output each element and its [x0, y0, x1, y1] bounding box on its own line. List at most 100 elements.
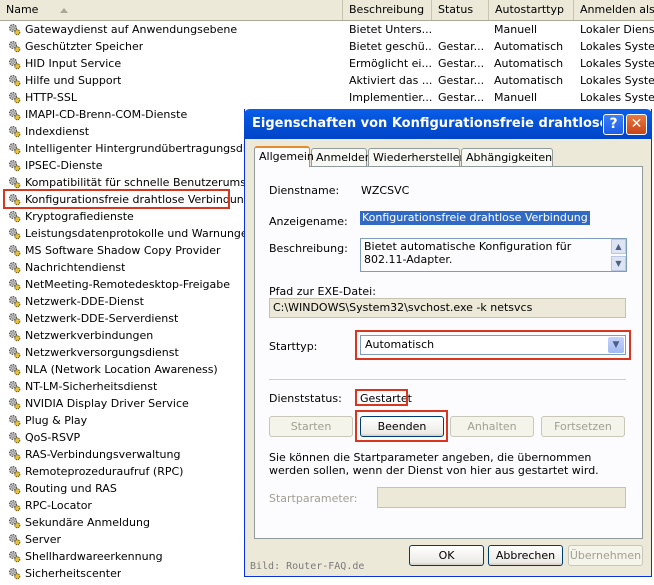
- tab-logon[interactable]: Anmelden: [311, 148, 372, 166]
- service-name: Kryptografiedienste: [25, 210, 134, 223]
- display-name-label: Anzeigename:: [269, 215, 348, 228]
- service-name: Netzwerkverbindungen: [25, 329, 154, 342]
- start-button[interactable]: Starten: [269, 416, 353, 437]
- description-box[interactable]: Bietet automatische Konfiguration für 80…: [360, 238, 627, 272]
- service-name: Netzwerk-DDE-Dienst: [25, 295, 144, 308]
- gear-icon: [8, 142, 21, 155]
- gear-icon: [8, 40, 21, 53]
- service-logon: Lokales System: [580, 57, 654, 70]
- sort-arrow-icon: [60, 7, 69, 13]
- gear-icon: [8, 516, 21, 529]
- gear-icon: [8, 244, 21, 257]
- dialog-title: Eigenschaften von Konfigurationsfreie dr…: [252, 116, 602, 131]
- service-name: RAS-Verbindungsverwaltung: [25, 448, 181, 461]
- gear-icon: [8, 91, 21, 104]
- gear-icon: [8, 125, 21, 138]
- service-row[interactable]: HID Input Service Ermöglicht ei... Gestar.…: [0, 55, 654, 72]
- gear-icon: [8, 295, 21, 308]
- path-label: Pfad zur EXE-Datei:: [269, 285, 376, 298]
- description-label: Beschreibung:: [269, 242, 348, 255]
- scroll-up-icon[interactable]: ▲: [611, 239, 626, 254]
- column-logon[interactable]: Anmelden als: [574, 0, 654, 20]
- gear-icon: [8, 23, 21, 36]
- service-startup: Automatisch: [494, 40, 564, 53]
- service-row[interactable]: HTTP-SSL Implementier... Gestar... Manuell L…: [0, 89, 654, 106]
- tab-general[interactable]: Allgemein: [254, 146, 314, 167]
- service-name: HID Input Service: [25, 57, 122, 70]
- cancel-button[interactable]: Abbrechen: [488, 545, 563, 566]
- column-header: Name Beschreibung Status Autostarttyp An…: [0, 0, 654, 21]
- service-row[interactable]: Gatewaydienst auf Anwendungsebene Bietet …: [0, 21, 654, 38]
- service-name: HTTP-SSL: [25, 91, 77, 104]
- service-name: RPC-Locator: [25, 499, 92, 512]
- service-name: QoS-RSVP: [25, 431, 81, 444]
- start-parameter-input[interactable]: [377, 487, 626, 508]
- gear-icon: [8, 57, 21, 70]
- gear-icon: [8, 108, 21, 121]
- column-description[interactable]: Beschreibung: [343, 0, 432, 20]
- service-description: Implementier...: [349, 91, 433, 104]
- gear-icon: [8, 499, 21, 512]
- tab-recovery[interactable]: Wiederherstellen: [368, 148, 466, 166]
- description-text: Bietet automatische Konfiguration für 80…: [364, 240, 572, 266]
- divider: [269, 379, 626, 380]
- service-name: NetMeeting-Remotedesktop-Freigabe: [25, 278, 231, 291]
- tab-dependencies[interactable]: Abhängigkeiten: [461, 148, 553, 166]
- gear-icon: [8, 261, 21, 274]
- gear-icon: [8, 431, 21, 444]
- help-icon[interactable]: ?: [603, 114, 624, 135]
- gear-icon: [8, 567, 21, 580]
- ok-button[interactable]: OK: [409, 545, 484, 566]
- scroll-down-icon[interactable]: ▼: [611, 256, 626, 271]
- service-name-value: WZCSVC: [361, 184, 410, 197]
- gear-icon: [8, 397, 21, 410]
- resume-button[interactable]: Fortsetzen: [541, 416, 625, 437]
- service-name: MS Software Shadow Copy Provider: [25, 244, 221, 257]
- pause-button[interactable]: Anhalten: [450, 416, 534, 437]
- column-startup[interactable]: Autostarttyp: [489, 0, 574, 20]
- service-startup: Automatisch: [494, 57, 564, 70]
- service-name: IMAPI-CD-Brenn-COM-Dienste: [25, 108, 188, 121]
- properties-dialog: Eigenschaften von Konfigurationsfreie dr…: [244, 109, 652, 577]
- service-name: NT-LM-Sicherheitsdienst: [25, 380, 158, 393]
- stop-button-highlight: [355, 410, 448, 442]
- service-description: Aktiviert das ...: [349, 74, 433, 87]
- service-name: Geschützter Speicher: [25, 40, 144, 53]
- service-status-highlight: [355, 389, 408, 406]
- gear-icon: [8, 74, 21, 87]
- gear-icon: [8, 312, 21, 325]
- path-field: C:\WINDOWS\System32\svchost.exe -k netsv…: [269, 298, 626, 318]
- column-name[interactable]: Name: [0, 0, 343, 20]
- service-row[interactable]: Hilfe und Support Aktiviert das ... Gestar…: [0, 72, 654, 89]
- gear-icon: [8, 210, 21, 223]
- dialog-titlebar[interactable]: Eigenschaften von Konfigurationsfreie dr…: [244, 109, 652, 139]
- service-startup: Manuell: [494, 91, 538, 104]
- close-icon[interactable]: ✕: [626, 114, 647, 135]
- service-logon: Lokales System: [580, 40, 654, 53]
- service-name-label: Dienstname:: [269, 184, 340, 197]
- gear-icon: [8, 329, 21, 342]
- display-name-field[interactable]: Konfigurationsfreie drahtlose Verbindung: [360, 211, 590, 225]
- service-name: Server: [25, 533, 62, 546]
- column-status[interactable]: Status: [432, 0, 489, 20]
- gear-icon: [8, 465, 21, 478]
- service-name: Hilfe und Support: [25, 74, 122, 87]
- apply-button[interactable]: Übernehmen: [568, 545, 643, 566]
- service-description: Bietet geschü...: [349, 40, 433, 53]
- gear-icon: [8, 533, 21, 546]
- service-name: Indexdienst: [25, 125, 90, 138]
- gear-icon: [8, 227, 21, 240]
- service-name: Gatewaydienst auf Anwendungsebene: [25, 23, 238, 36]
- gear-icon: [8, 278, 21, 291]
- gear-icon: [8, 159, 21, 172]
- description-scrollbar[interactable]: ▲ ▼: [611, 239, 626, 271]
- service-logon: Lokaler Dienst: [580, 23, 654, 36]
- startup-type-highlight: [355, 330, 631, 360]
- service-row[interactable]: Geschützter Speicher Bietet geschü... Gest…: [0, 38, 654, 55]
- service-status-label: Dienststatus:: [269, 392, 342, 405]
- service-name: Plug & Play: [25, 414, 88, 427]
- service-name: Leistungsdatenprotokolle und Warnungen: [25, 227, 255, 240]
- service-name: Sekundäre Anmeldung: [25, 516, 150, 529]
- service-logon: Lokales System: [580, 74, 654, 87]
- service-status: Gestar...: [438, 40, 485, 53]
